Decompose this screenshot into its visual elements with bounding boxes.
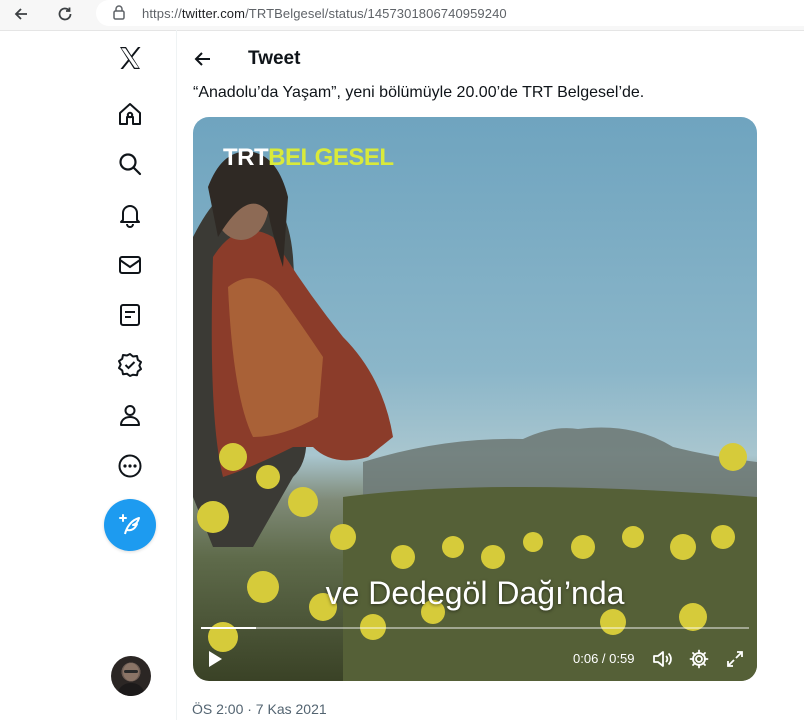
sidebar-item-messages[interactable] (116, 251, 144, 279)
sidebar-item-profile[interactable] (116, 401, 144, 429)
reload-icon (58, 7, 72, 21)
fullscreen-button[interactable] (723, 647, 747, 671)
person-icon (120, 405, 140, 426)
feather-plus-icon (119, 514, 140, 535)
video-progress-fill (201, 627, 256, 629)
fullscreen-icon (727, 651, 743, 667)
arrow-left-icon (194, 52, 210, 66)
browser-back-button[interactable] (8, 2, 34, 26)
video-subtitle: ve Dedegöl Dağı’nda (325, 575, 625, 611)
sidebar-item-notifications[interactable] (116, 201, 144, 229)
avatar[interactable] (111, 656, 151, 696)
bell-icon (120, 205, 140, 228)
video-player[interactable]: TRTBELGESEL ve Dedegöl Dağı’nda 0:06 / 0… (193, 117, 757, 681)
url-path: /TRTBelgesel/status/1457301806740959240 (245, 5, 507, 21)
logo-belgesel: BELGESEL (268, 144, 394, 171)
play-icon (209, 651, 222, 667)
gear-icon (689, 649, 709, 669)
sidebar-item-lists[interactable] (116, 301, 144, 329)
trt-belgesel-logo: TRTBELGESEL (223, 144, 394, 172)
sidebar-item-explore[interactable] (116, 150, 144, 178)
tweet-text: “Anadolu’da Yaşam”, yeni bölümüyle 20.00… (193, 84, 645, 101)
x-logo-icon[interactable] (116, 44, 144, 72)
volume-button[interactable] (651, 647, 675, 671)
sidebar-item-more[interactable] (116, 452, 144, 480)
arrow-left-icon (14, 8, 27, 20)
browser-reload-button[interactable] (52, 2, 78, 26)
search-icon (119, 153, 142, 176)
lock-icon (112, 4, 126, 25)
tweet-timestamp[interactable]: ÖS 2:00 · 7 Kas 2021 (192, 701, 327, 717)
list-icon (120, 304, 140, 326)
url-prefix: https:// (142, 5, 182, 21)
compose-tweet-button[interactable] (104, 499, 156, 551)
url-text: https://twitter.com/TRTBelgesel/status/1… (142, 6, 507, 21)
sidebar-divider (176, 30, 177, 720)
video-progress-bar[interactable] (201, 627, 749, 629)
sidebar-item-verified[interactable] (116, 351, 144, 379)
back-button[interactable] (192, 48, 214, 70)
sidebar-item-home[interactable] (116, 100, 144, 128)
play-button[interactable] (205, 647, 225, 671)
envelope-icon (119, 256, 141, 274)
home-icon (119, 103, 141, 125)
sidebar (96, 30, 176, 720)
volume-icon (653, 651, 672, 667)
logo-trt: TRT (223, 144, 269, 171)
page-title: Tweet (248, 48, 301, 69)
settings-button[interactable] (687, 647, 711, 671)
browser-toolbar: https://twitter.com/TRTBelgesel/status/1… (0, 0, 804, 31)
more-circle-icon (118, 454, 142, 478)
video-time: 0:06 / 0:59 (573, 651, 635, 666)
verified-badge-icon (118, 353, 142, 377)
url-host: twitter.com (181, 5, 246, 21)
address-bar[interactable]: https://twitter.com/TRTBelgesel/status/1… (96, 0, 804, 26)
